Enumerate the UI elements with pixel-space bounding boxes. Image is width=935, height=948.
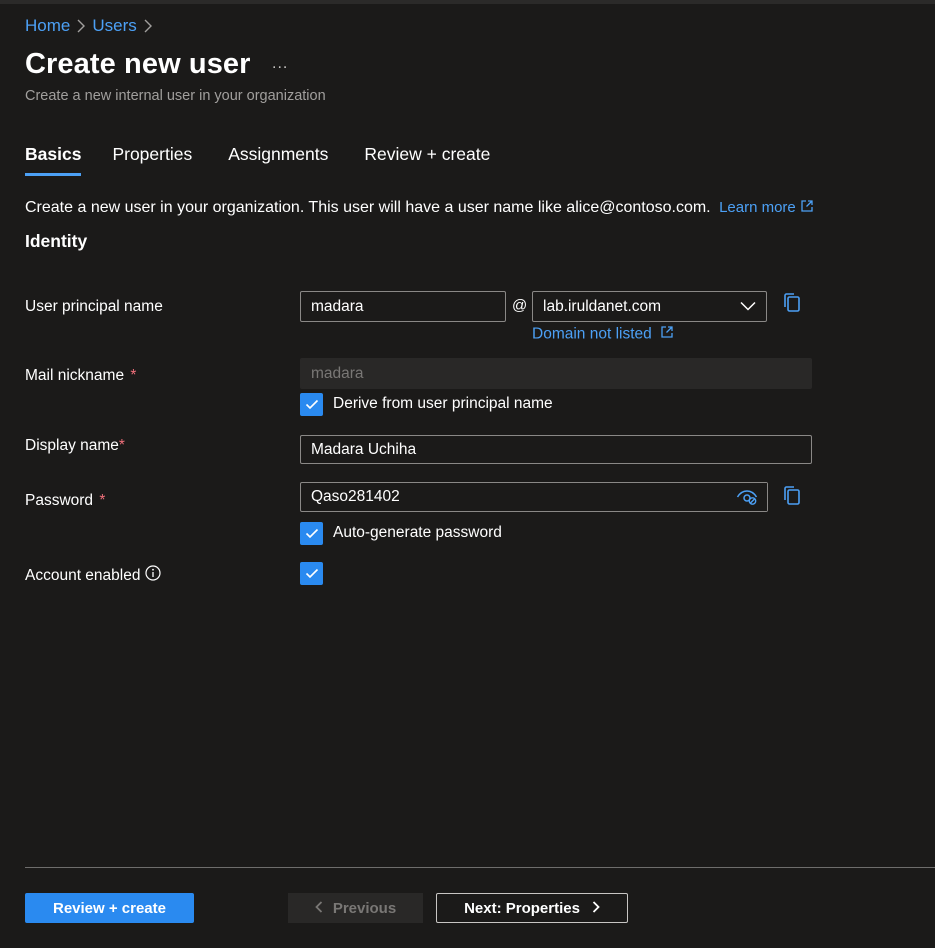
breadcrumb-home[interactable]: Home [25, 16, 70, 36]
tab-bar: Basics Properties Assignments Review + c… [25, 140, 490, 176]
upn-input[interactable] [300, 291, 506, 322]
breadcrumb-users[interactable]: Users [92, 16, 136, 36]
domain-not-listed-link[interactable]: Domain not listed [532, 325, 674, 344]
derive-from-upn-label: Derive from user principal name [333, 395, 553, 412]
previous-button: Previous [288, 893, 423, 923]
chevron-right-icon [592, 900, 600, 917]
reveal-password-button[interactable] [727, 483, 767, 511]
display-name-label: Display name* [25, 437, 125, 455]
mail-nickname-label-text: Mail nickname [25, 367, 125, 384]
external-link-icon [660, 325, 674, 344]
intro-text: Create a new user in your organization. … [25, 199, 814, 217]
learn-more-label: Learn more [719, 199, 796, 216]
breadcrumb: Home Users [25, 15, 159, 37]
tab-assignments[interactable]: Assignments [228, 140, 328, 176]
account-enabled-label: Account enabled [25, 565, 162, 586]
at-symbol: @ [512, 297, 528, 314]
check-icon [305, 528, 318, 539]
account-enabled-label-text: Account enabled [25, 566, 141, 584]
domain-dropdown[interactable]: lab.iruldanet.com [532, 291, 767, 322]
required-indicator: * [130, 367, 137, 384]
auto-generate-password-checkbox[interactable] [300, 522, 323, 545]
eye-icon [736, 490, 758, 505]
derive-from-upn-checkbox[interactable] [300, 393, 323, 416]
chevron-down-icon [740, 298, 756, 316]
domain-not-listed-label: Domain not listed [532, 325, 652, 343]
more-options-button[interactable]: ... [272, 55, 288, 73]
next-properties-button[interactable]: Next: Properties [436, 893, 628, 923]
page-subtitle: Create a new internal user in your organ… [25, 88, 326, 104]
required-indicator: * [99, 492, 106, 509]
check-icon [305, 399, 318, 410]
external-link-icon [800, 199, 814, 217]
page-title: Create new user [25, 48, 251, 80]
tab-properties[interactable]: Properties [112, 140, 192, 176]
intro-description: Create a new user in your organization. … [25, 199, 711, 216]
top-divider [0, 0, 935, 4]
copy-icon[interactable] [782, 292, 802, 319]
next-label: Next: Properties [464, 899, 580, 917]
info-icon[interactable] [145, 565, 162, 586]
review-create-button[interactable]: Review + create [25, 893, 194, 923]
auto-generate-password-label: Auto-generate password [333, 524, 502, 541]
display-name-label-text: Display name [25, 437, 119, 454]
check-icon [305, 568, 318, 579]
password-label: Password * [25, 492, 105, 510]
previous-label: Previous [332, 899, 397, 917]
tab-review-create[interactable]: Review + create [364, 140, 490, 176]
learn-more-link[interactable]: Learn more [719, 199, 814, 216]
required-indicator: * [118, 437, 125, 454]
mail-nickname-label: Mail nickname * [25, 367, 136, 385]
domain-value: lab.iruldanet.com [543, 297, 662, 315]
chevron-left-icon [315, 900, 323, 917]
chevron-right-icon [137, 15, 159, 37]
footer-divider [25, 867, 935, 868]
tab-basics[interactable]: Basics [25, 140, 82, 176]
display-name-input[interactable] [300, 435, 812, 464]
password-label-text: Password [25, 492, 94, 509]
account-enabled-checkbox[interactable] [300, 562, 323, 585]
section-identity-title: Identity [25, 231, 88, 251]
password-input[interactable] [300, 482, 768, 512]
copy-icon[interactable] [782, 485, 802, 512]
chevron-right-icon [70, 15, 92, 37]
upn-label: User principal name [25, 298, 163, 315]
mail-nickname-input [300, 358, 812, 389]
